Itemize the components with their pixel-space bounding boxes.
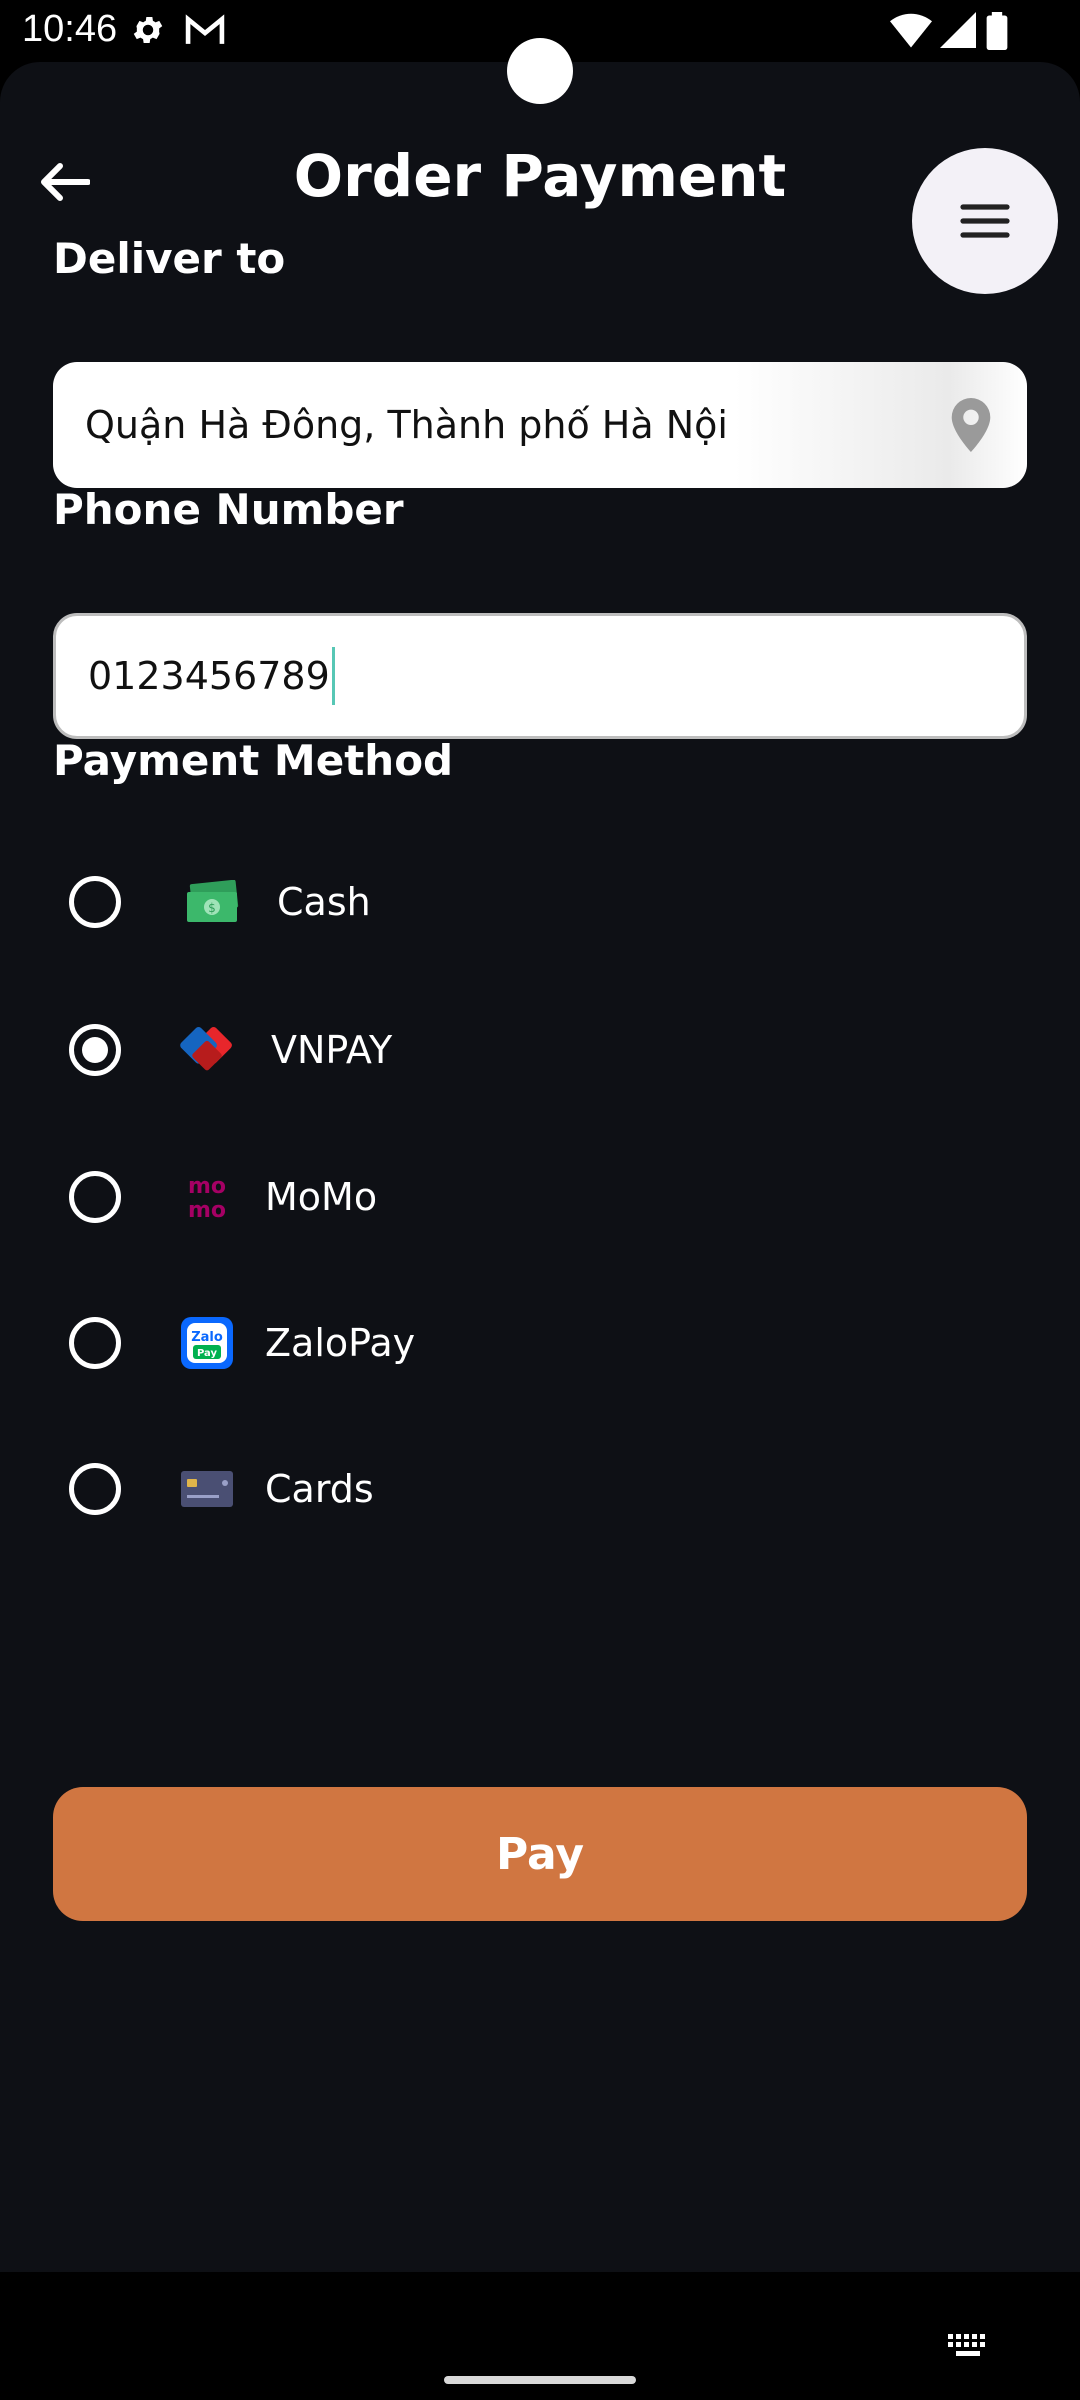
- svg-text:Pay: Pay: [197, 1348, 218, 1359]
- signal-icon: [940, 12, 976, 52]
- payment-label-vnpay: VNPAY: [271, 1028, 393, 1072]
- cash-icon: $: [183, 872, 243, 932]
- radio-button[interactable]: [69, 1171, 121, 1223]
- momo-icon: mo mo: [177, 1167, 237, 1227]
- gmail-icon: [185, 12, 225, 52]
- hamburger-menu-icon: [960, 204, 1010, 238]
- zalopay-icon: Zalo Pay: [177, 1313, 237, 1373]
- radio-button[interactable]: [69, 1317, 121, 1369]
- menu-button[interactable]: [912, 148, 1058, 294]
- payment-option-vnpay[interactable]: VNPAY: [53, 995, 1027, 1105]
- payment-label-momo: MoMo: [265, 1175, 378, 1219]
- text-cursor: [331, 647, 335, 705]
- settings-icon: [130, 12, 166, 52]
- svg-text:mo: mo: [188, 1198, 226, 1223]
- payment-label-cash: Cash: [277, 880, 371, 924]
- pay-button[interactable]: Pay: [53, 1787, 1027, 1921]
- svg-text:$: $: [208, 901, 216, 915]
- phone-value: 0123456789: [88, 654, 330, 698]
- address-field[interactable]: Quận Hà Đông, Thành phố Hà Nội: [53, 362, 1027, 488]
- status-time: 10:46: [22, 8, 118, 50]
- battery-icon: [986, 12, 1008, 54]
- svg-text:mo: mo: [188, 1174, 226, 1199]
- vnpay-icon: [177, 1020, 237, 1080]
- radio-button-selected[interactable]: [69, 1024, 121, 1076]
- phone-input[interactable]: 0123456789: [53, 613, 1027, 739]
- payment-option-cards[interactable]: Cards: [53, 1434, 1027, 1544]
- payment-option-zalopay[interactable]: Zalo Pay ZaloPay: [53, 1288, 1027, 1398]
- payment-method-label: Payment Method: [53, 736, 454, 785]
- keyboard-icon[interactable]: [946, 2332, 990, 2364]
- card-icon: [177, 1459, 237, 1519]
- camera-cutout: [507, 38, 573, 104]
- navigation-bar: [0, 2272, 1080, 2400]
- payment-option-momo[interactable]: mo mo MoMo: [53, 1142, 1027, 1252]
- phone-number-label: Phone Number: [53, 485, 404, 534]
- payment-option-cash[interactable]: $ Cash: [53, 847, 1027, 957]
- radio-button[interactable]: [69, 876, 121, 928]
- location-pin-icon[interactable]: [951, 398, 991, 461]
- address-value: Quận Hà Đông, Thành phố Hà Nội: [85, 403, 728, 447]
- wifi-icon: [890, 12, 932, 52]
- home-indicator[interactable]: [444, 2376, 636, 2384]
- payment-label-zalopay: ZaloPay: [265, 1321, 416, 1365]
- deliver-to-label: Deliver to: [53, 234, 286, 283]
- svg-text:Zalo: Zalo: [191, 1330, 223, 1345]
- radio-button[interactable]: [69, 1463, 121, 1515]
- payment-label-cards: Cards: [265, 1467, 374, 1511]
- app-screen: Order Payment Deliver to Quận Hà Đông, T…: [0, 62, 1080, 2272]
